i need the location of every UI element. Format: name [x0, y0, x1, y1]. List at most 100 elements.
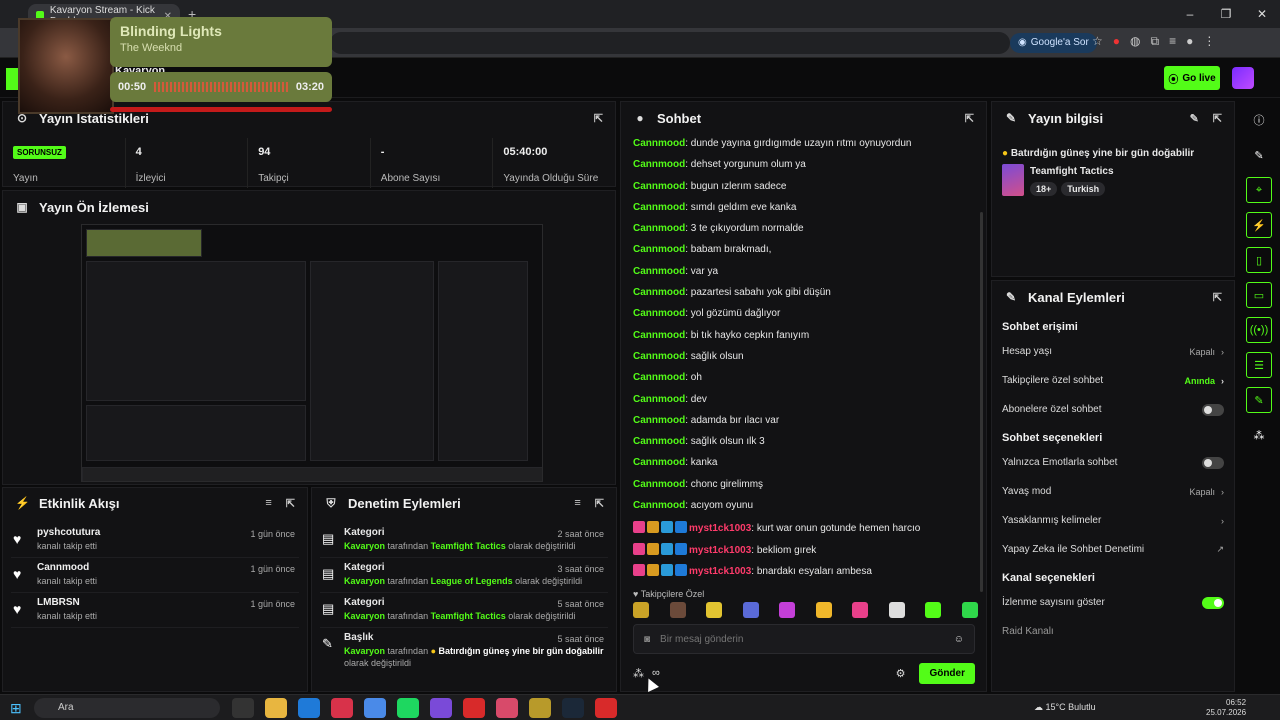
kick-points-icon[interactable]: ⁂ [633, 667, 644, 680]
chat-username[interactable]: Cannmood [633, 457, 685, 468]
emote-9[interactable] [925, 602, 942, 618]
emote-3[interactable] [706, 602, 723, 618]
taskbar-search[interactable]: Ara [34, 698, 220, 718]
emote-2[interactable] [669, 602, 686, 618]
omnibox[interactable] [330, 32, 1010, 54]
popout-icon[interactable]: ⇱ [1213, 291, 1222, 304]
emote-6[interactable] [815, 602, 832, 618]
star-icon[interactable]: ☆ [1092, 34, 1103, 49]
system-clock[interactable]: 06:52 25.07.2026 [1206, 698, 1246, 718]
extension-icon[interactable]: ◍ [1130, 34, 1140, 49]
wrench-icon[interactable]: ✎ [1246, 387, 1272, 413]
close-window-icon[interactable]: ✕ [1244, 0, 1280, 28]
chat-username[interactable]: Cannmood [633, 415, 685, 426]
chat-username[interactable]: Cannmood [633, 500, 685, 511]
league-icon[interactable] [529, 698, 551, 718]
spotify-icon[interactable] [397, 698, 419, 718]
chrome-icon[interactable] [364, 698, 386, 718]
file-explorer-icon[interactable] [265, 698, 287, 718]
banned-words-row[interactable]: Yasaklanmış kelimeler › [992, 506, 1234, 535]
info-icon[interactable]: ⓘ [1246, 107, 1272, 133]
layout-icon[interactable]: ☰ [1246, 352, 1272, 378]
emote-4[interactable] [742, 602, 759, 618]
app-red-icon[interactable] [463, 698, 485, 718]
chat-username[interactable]: Cannmood [633, 244, 685, 255]
popout-icon[interactable]: ⇱ [594, 112, 603, 125]
ai-mod-row[interactable]: Yapay Zeka ile Sohbet Denetimi ↗ [992, 535, 1234, 564]
discord-icon[interactable] [430, 698, 452, 718]
edge-icon[interactable] [298, 698, 320, 718]
edit-icon[interactable]: ✎ [1190, 112, 1199, 125]
user-avatar[interactable] [1232, 67, 1254, 89]
emote-only-toggle[interactable] [1202, 456, 1224, 469]
playlist-icon[interactable]: ≡ [1169, 34, 1176, 49]
puzzle-icon[interactable]: ⧉ [1151, 34, 1160, 49]
weather-widget[interactable]: ☁ 15°C Bulutlu [1034, 702, 1096, 713]
show-views-toggle[interactable] [1202, 596, 1224, 609]
extension-record-icon[interactable]: ● [1113, 34, 1120, 49]
popout-icon[interactable]: ⇱ [1213, 112, 1222, 125]
menu-dots-icon[interactable]: ⋮ [1203, 34, 1215, 49]
chat-username[interactable]: Cannmood [633, 436, 685, 447]
broadcast-icon[interactable]: ((•)) [1246, 317, 1272, 343]
subs-chat-toggle[interactable] [1202, 403, 1224, 416]
chat-input-box[interactable]: ◙ ☺ [633, 624, 975, 654]
profile-icon[interactable]: ● [1186, 34, 1193, 49]
task-view-icon[interactable] [232, 698, 254, 718]
obs-icon[interactable] [595, 698, 617, 718]
focus-icon[interactable]: ⌖ [1246, 177, 1272, 203]
go-live-button[interactable]: ⦿ Go live [1164, 66, 1220, 90]
chat-username[interactable]: Cannmood [633, 394, 685, 405]
opera-icon[interactable] [331, 698, 353, 718]
emote-10[interactable] [961, 602, 978, 618]
bolt-icon[interactable]: ⚡ [1246, 212, 1272, 238]
emote-8[interactable] [888, 602, 905, 618]
steam-icon[interactable] [562, 698, 584, 718]
send-button[interactable]: Gönder [919, 662, 975, 684]
maximize-icon[interactable]: ❐ [1208, 0, 1244, 28]
chat-input[interactable] [660, 633, 944, 645]
chat-icon[interactable]: ▭ [1246, 282, 1272, 308]
chat-username[interactable]: Cannmood [633, 202, 685, 213]
emote-1[interactable] [633, 602, 649, 618]
emote-7[interactable] [852, 602, 869, 618]
chat-username[interactable]: Cannmood [633, 266, 685, 277]
chat-username[interactable]: Cannmood [633, 308, 685, 319]
chat-scrollbar[interactable] [980, 212, 983, 592]
app-pink-icon[interactable] [496, 698, 518, 718]
chat-username[interactable]: myst1ck1003 [689, 566, 751, 577]
chat-username[interactable]: myst1ck1003 [689, 545, 751, 556]
gear-icon[interactable]: ⚙ [896, 667, 906, 680]
popout-icon[interactable]: ⇱ [286, 497, 295, 510]
chat-username[interactable]: Cannmood [633, 372, 685, 383]
slow-mode-row[interactable]: Yavaş mod Kapalı › [992, 477, 1234, 506]
stream-preview-video[interactable] [81, 224, 543, 482]
minimize-icon[interactable]: – [1172, 0, 1208, 28]
popout-icon[interactable]: ⇱ [965, 112, 974, 125]
followers-chat-row[interactable]: Takipçilere özel sohbet Anında › [992, 366, 1234, 395]
chat-username[interactable]: Cannmood [633, 181, 685, 192]
account-age-row[interactable]: Hesap yaşı Kapalı › [992, 337, 1234, 366]
ask-google-button[interactable]: ◉ Google'a Sor [1010, 33, 1097, 53]
filter-icon[interactable]: ≡ [265, 497, 271, 510]
chat-username[interactable]: myst1ck1003 [689, 523, 751, 534]
raid-row[interactable]: Raid Kanalı [992, 617, 1234, 646]
document-icon[interactable]: ▯ [1246, 247, 1272, 273]
filter-icon[interactable]: ≡ [574, 497, 580, 510]
game-name[interactable]: Teamfight Tactics [1030, 166, 1114, 177]
chat-username[interactable]: Cannmood [633, 159, 685, 170]
chat-message-sub: myst1ck1003: kurt war onun gotunde hemen… [633, 521, 973, 542]
chat-username[interactable]: Cannmood [633, 479, 685, 490]
chat-username[interactable]: Cannmood [633, 287, 685, 298]
waveform [154, 82, 288, 92]
chat-username[interactable]: Cannmood [633, 223, 685, 234]
emote-5[interactable] [779, 602, 796, 618]
chat-username[interactable]: Cannmood [633, 351, 685, 362]
emoji-icon[interactable]: ☺ [954, 634, 964, 645]
windows-start-icon[interactable]: ⊞ [10, 700, 22, 717]
chat-username[interactable]: Cannmood [633, 138, 685, 149]
dots-icon[interactable]: ⁂ [1246, 422, 1272, 448]
pencil-icon[interactable]: ✎ [1246, 142, 1272, 168]
popout-icon[interactable]: ⇱ [595, 497, 604, 510]
chat-username[interactable]: Cannmood [633, 330, 685, 341]
